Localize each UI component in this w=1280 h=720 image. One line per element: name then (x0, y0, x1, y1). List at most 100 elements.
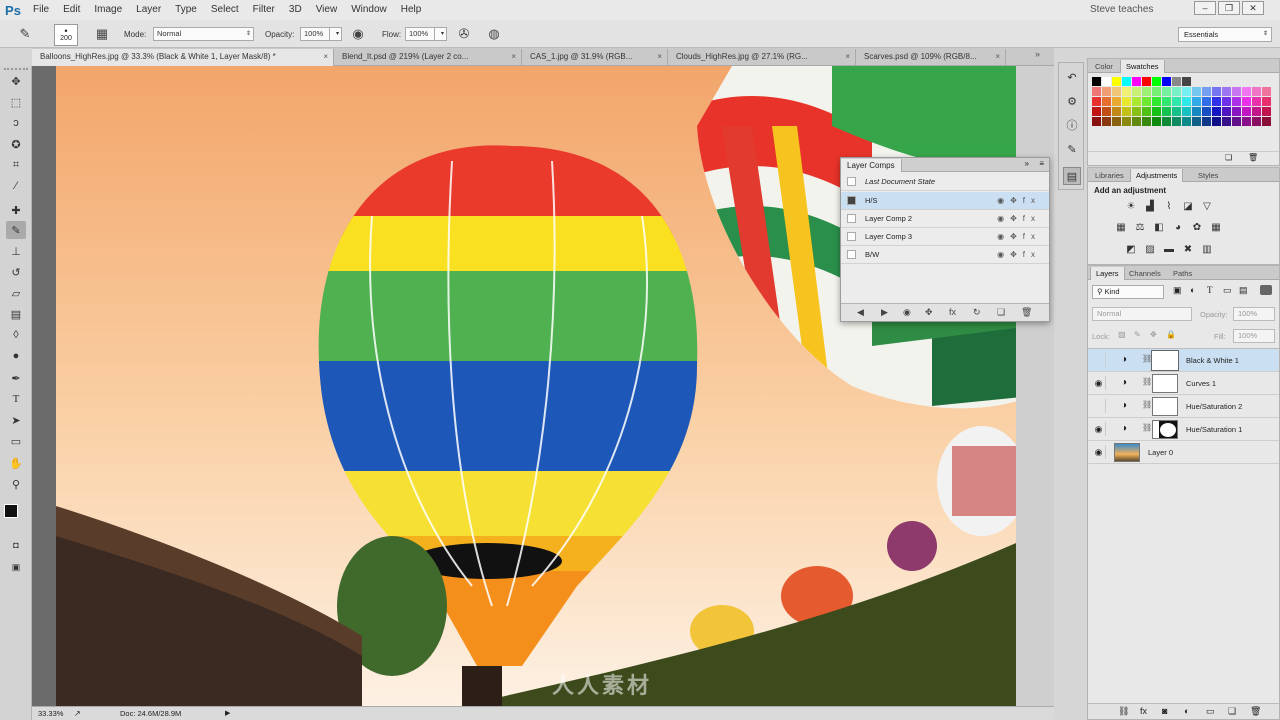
healing-tool-icon[interactable]: ✚ (6, 201, 26, 219)
swatch[interactable] (1222, 117, 1231, 126)
swatch[interactable] (1222, 87, 1231, 96)
color-balance-icon[interactable]: ⚖ (1133, 221, 1147, 234)
gradient-map-icon[interactable]: ▥ (1200, 243, 1214, 256)
swatch[interactable] (1102, 97, 1111, 106)
layer-row-layer-0[interactable]: ◉ Layer 0 (1088, 441, 1279, 464)
eye-icon[interactable]: ◉ (1092, 422, 1106, 436)
close-icon[interactable]: × (323, 49, 328, 65)
next-comp-icon[interactable]: ▶ (881, 307, 888, 318)
tab-balloons[interactable]: Balloons_HighRes.jpg @ 33.3% (Black & Wh… (32, 49, 334, 66)
menu-layer[interactable]: Layer (129, 0, 168, 20)
layer-comps-icon[interactable]: ▤ (1063, 167, 1081, 185)
update-position-icon[interactable]: ✥ (925, 307, 933, 318)
dodge-tool-icon[interactable]: ● (6, 347, 26, 365)
link-icon[interactable]: ⛓ (1142, 423, 1152, 432)
gradient-tool-icon[interactable]: ▤ (6, 305, 26, 323)
brush-tool-icon[interactable]: ✎ (16, 25, 34, 43)
tab-cas[interactable]: CAS_1.jpg @ 31.9% (RGB... × (522, 49, 668, 66)
swatch[interactable] (1242, 97, 1251, 106)
tab-paths[interactable]: Paths (1168, 267, 1197, 280)
eye-icon[interactable]: ◉ (1092, 445, 1106, 459)
quick-select-tool-icon[interactable]: ✪ (6, 135, 26, 153)
swatch[interactable] (1102, 107, 1111, 116)
fill-field[interactable]: 100% (1233, 329, 1275, 343)
filter-type-icon[interactable]: T (1207, 285, 1213, 295)
swatch[interactable] (1132, 77, 1141, 86)
swatch[interactable] (1262, 97, 1271, 106)
workspace-select[interactable]: Essentials ⇕ (1178, 27, 1272, 42)
close-icon[interactable]: × (657, 49, 662, 65)
minimize-button[interactable]: – (1194, 1, 1216, 15)
quick-mask-icon[interactable]: ◘ (6, 536, 26, 554)
swatch[interactable] (1212, 77, 1221, 86)
filter-toggle[interactable] (1260, 285, 1272, 295)
swatch[interactable] (1222, 107, 1231, 116)
swatch[interactable] (1092, 107, 1101, 116)
swatch[interactable] (1132, 97, 1141, 106)
swatch[interactable] (1112, 107, 1121, 116)
swatch[interactable] (1132, 87, 1141, 96)
link-icon[interactable]: ⛓ (1142, 377, 1152, 386)
swatch[interactable] (1192, 97, 1201, 106)
properties-icon[interactable]: ⚙ (1063, 93, 1081, 111)
add-mask-icon[interactable]: ◙ (1162, 706, 1167, 716)
trash-icon[interactable]: 🗑 (1248, 153, 1258, 162)
layer-comps-header[interactable]: Layer Comps » ≡ (841, 158, 1049, 172)
blur-tool-icon[interactable]: ◊ (6, 326, 26, 344)
airbrush-icon[interactable]: ✇ (455, 25, 473, 43)
comp-attributes-icons[interactable]: ◉✥fx (997, 246, 1041, 264)
menu-type[interactable]: Type (168, 0, 204, 20)
swatch[interactable] (1172, 117, 1181, 126)
swatch[interactable] (1202, 117, 1211, 126)
lasso-tool-icon[interactable]: ↄ (6, 114, 26, 132)
lock-position-icon[interactable]: ✥ (1150, 330, 1157, 339)
new-layer-icon[interactable]: ❏ (1228, 706, 1236, 717)
swatch[interactable] (1162, 107, 1171, 116)
stamp-tool-icon[interactable]: ⊥ (6, 242, 26, 260)
hue-saturation-icon[interactable]: ▦ (1114, 221, 1128, 234)
tab-adjustments[interactable]: Adjustments (1130, 169, 1184, 182)
swatch-grid-cells[interactable] (1092, 77, 1271, 126)
swatch[interactable] (1152, 107, 1161, 116)
mode-select[interactable]: Normal ⇕ (153, 27, 254, 41)
swatch[interactable] (1112, 97, 1121, 106)
swatch[interactable] (1142, 107, 1151, 116)
selective-color-icon[interactable]: ✖ (1181, 243, 1195, 256)
fx-icon[interactable]: fx (1140, 706, 1147, 716)
blend-mode-select[interactable]: Normal (1092, 307, 1192, 321)
move-tool-icon[interactable]: ✥ (6, 72, 26, 90)
swatch[interactable] (1162, 87, 1171, 96)
swatch[interactable] (1212, 97, 1221, 106)
opacity-field[interactable]: 100% (300, 27, 330, 41)
visibility-toggle[interactable] (1092, 353, 1106, 367)
close-window-button[interactable]: ✕ (1242, 1, 1264, 15)
path-select-tool-icon[interactable]: ➤ (6, 411, 26, 429)
swatch[interactable] (1202, 87, 1211, 96)
brightness-contrast-icon[interactable]: ☀ (1124, 200, 1138, 213)
pressure-size-icon[interactable]: ◍ (485, 25, 503, 43)
tab-blend-it[interactable]: Blend_It.psd @ 219% (Layer 2 co... × (334, 49, 522, 66)
swatch[interactable] (1242, 117, 1251, 126)
swatch[interactable] (1092, 117, 1101, 126)
history-icon[interactable]: ↶ (1063, 69, 1081, 87)
swatch[interactable] (1142, 97, 1151, 106)
swatch[interactable] (1112, 77, 1121, 86)
swatch[interactable] (1192, 77, 1201, 86)
tab-channels[interactable]: Channels (1124, 267, 1166, 280)
threshold-icon[interactable]: ▬ (1162, 243, 1176, 256)
swatch[interactable] (1092, 77, 1101, 86)
comp-attributes-icons[interactable]: ◉✥fx (997, 192, 1041, 210)
comp-attributes-icons[interactable]: ◉✥fx (997, 228, 1041, 246)
photo-filter-icon[interactable]: ◕ (1171, 221, 1185, 234)
layer-comps-title[interactable]: Layer Comps (841, 159, 902, 172)
swatch[interactable] (1242, 77, 1251, 86)
eraser-tool-icon[interactable]: ▱ (6, 284, 26, 302)
layer-image-thumbnail[interactable] (1114, 443, 1140, 462)
swatch[interactable] (1092, 87, 1101, 96)
lock-transparency-icon[interactable]: ▨ (1118, 330, 1126, 339)
shape-tool-icon[interactable]: ▭ (6, 432, 26, 450)
link-icon[interactable]: ⛓ (1142, 400, 1152, 409)
swatch[interactable] (1122, 97, 1131, 106)
swatch[interactable] (1182, 117, 1191, 126)
swatch[interactable] (1252, 117, 1261, 126)
